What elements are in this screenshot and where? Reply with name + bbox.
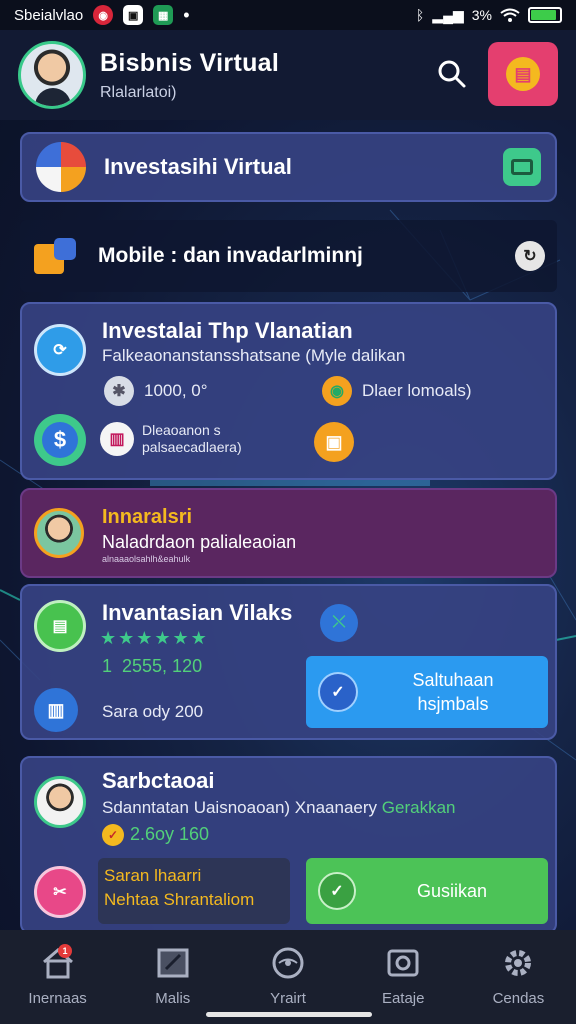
mobile-row-text: Mobile : dan invadarlminnj	[98, 244, 363, 267]
investment-title: Investalai Thp Vlanatian	[102, 318, 353, 343]
simulate-button[interactable]: ✓ Saltuhaan hsjmbals	[306, 656, 548, 728]
nav-label-view: Yrairt	[270, 990, 306, 1007]
summary-subtitle: Sdanntatan Uaisnoaoan) Xnaanaery	[102, 798, 378, 817]
nav-item-view[interactable]: Yrairt	[230, 930, 345, 1024]
search-button[interactable]	[432, 54, 472, 94]
summary-subtitle-accent: Gerakkan	[381, 798, 456, 817]
investasi-virtual-card[interactable]: Investasihi Virtual	[20, 132, 557, 202]
exchange-icon: ⟳	[34, 324, 86, 376]
briefcase-icon	[32, 232, 80, 280]
sheet-notification-icon: ▦	[153, 5, 174, 25]
offer-line-1: Saran lhaarri	[104, 866, 202, 885]
chart-icon: ▥	[100, 422, 134, 456]
mail-icon	[154, 944, 192, 982]
nav-label-camera: Eataje	[381, 990, 425, 1007]
document-icon: ▤	[34, 600, 86, 652]
refresh-icon[interactable]: ↻	[515, 241, 545, 271]
verified-icon: ✓	[102, 824, 124, 846]
status-bar: Sbeialvlao ◉ ▣ ▦ • ᛒ ▂▄▆ 3%	[0, 0, 576, 30]
check-icon: ✓	[318, 672, 358, 712]
bluetooth-icon: ᛒ	[415, 7, 425, 23]
more-notifications-icon: •	[183, 4, 190, 25]
eye-icon	[269, 944, 307, 982]
investment-subtitle: Falkeaonanstansshatsane (Myle dalikan	[102, 346, 406, 365]
investment-detail-card[interactable]: ⟳ Investalai Thp Vlanatian Falkeaonansta…	[20, 302, 557, 480]
signal-icon: ▂▄▆	[432, 6, 464, 23]
stat-right: Dlaer lomoals)	[362, 381, 472, 400]
battery-percent: 3%	[471, 7, 492, 23]
gallery-notification-icon: ▣	[123, 5, 144, 25]
wallet-icon[interactable]	[503, 148, 541, 186]
id-card-icon[interactable]: ▣	[314, 422, 354, 462]
rewards-button[interactable]: ▤	[488, 42, 558, 106]
summary-avatar	[34, 776, 86, 828]
nav-label-home: Inernaas	[28, 990, 87, 1007]
gift-icon: ▤	[506, 57, 540, 91]
rating-stars: ★★★★★★	[100, 628, 209, 648]
promo-card[interactable]: Innaralsri Naladrdaon palialeaoian alnaa…	[20, 488, 557, 578]
wifi-icon	[500, 8, 520, 22]
desc-line-1: Dleaoanon s	[142, 422, 221, 438]
globe-icon: ◉	[322, 376, 352, 406]
rating-title: Invantasian Vilaks	[102, 600, 293, 625]
carrier-label: Sbeialvlao	[14, 6, 84, 24]
profile-avatar[interactable]	[18, 41, 86, 109]
rating-card[interactable]: ▤ Invantasian Vilaks ★★★★★★ 1 2555, 120 …	[20, 584, 557, 740]
desc-line-2: palsaecadlaera)	[142, 439, 242, 455]
rating-footer: Sara ody 200	[102, 702, 204, 721]
share-icon[interactable]: ⤬	[320, 604, 358, 642]
offer-box[interactable]: Saran lhaarri Nehtaa Shrantaliom	[98, 858, 290, 924]
mobile-row[interactable]: Mobile : dan invadarlminnj ↻	[20, 220, 557, 292]
search-icon	[438, 60, 466, 88]
simulate-button-line-2: hsjmbals	[417, 694, 489, 714]
nav-item-settings[interactable]: Cendas	[461, 930, 576, 1024]
nav-label-settings: Cendas	[492, 990, 545, 1007]
summary-title: Sarbctaoai	[102, 768, 215, 793]
dollar-icon[interactable]: $	[34, 414, 86, 466]
rating-number: 1 2555, 120	[102, 656, 203, 676]
confirm-button-label: Gusiikan	[416, 880, 488, 901]
home-indicator[interactable]	[206, 1012, 372, 1017]
app-title: Bisbnis Virtual	[100, 48, 280, 77]
app-subtitle: Rlalarlatoi)	[100, 83, 177, 101]
confirm-button[interactable]: ✓ Gusiikan	[306, 858, 548, 924]
nav-item-mail[interactable]: Malis	[115, 930, 230, 1024]
investasi-virtual-title: Investasihi Virtual	[104, 154, 292, 179]
coin-icon: ✱	[104, 376, 134, 406]
offer-line-2: Nehtaa Shrantaliom	[104, 890, 255, 909]
settings-icon	[499, 944, 537, 982]
promo-title: Innaralsri	[102, 506, 193, 528]
app-header: Bisbnis Virtual Rlalarlatoi) ▤	[0, 30, 576, 120]
simulate-button-line-1: Saltuhaan	[412, 670, 494, 690]
summary-price: 2.6oy 160	[130, 824, 210, 844]
gift-ribbon-icon: ✂	[34, 866, 86, 918]
battery-icon	[528, 7, 562, 23]
notification-badge: 1	[58, 944, 72, 958]
stat-amount: 1000, 0°	[144, 381, 208, 400]
promo-avatar	[34, 508, 84, 558]
nav-label-mail: Malis	[155, 990, 191, 1007]
bank-icon: ▥	[34, 688, 78, 732]
camera-icon	[384, 944, 422, 982]
confirm-check-icon: ✓	[318, 872, 356, 910]
bottom-navigation: 1 Inernaas Malis Yrairt Eataje Cendas	[0, 930, 576, 1024]
lock-icon	[36, 142, 86, 192]
summary-card[interactable]: Sarbctaoai Sdanntatan Uaisnoaoan) Xnaana…	[20, 756, 557, 934]
nav-item-camera[interactable]: Eataje	[346, 930, 461, 1024]
nav-item-home[interactable]: 1 Inernaas	[0, 930, 115, 1024]
app-notification-icon: ◉	[93, 5, 114, 25]
promo-subtitle: Naladrdaon palialeaoian	[102, 532, 297, 552]
promo-small-text: alnaaaolsahlh&eahulk	[102, 554, 191, 564]
